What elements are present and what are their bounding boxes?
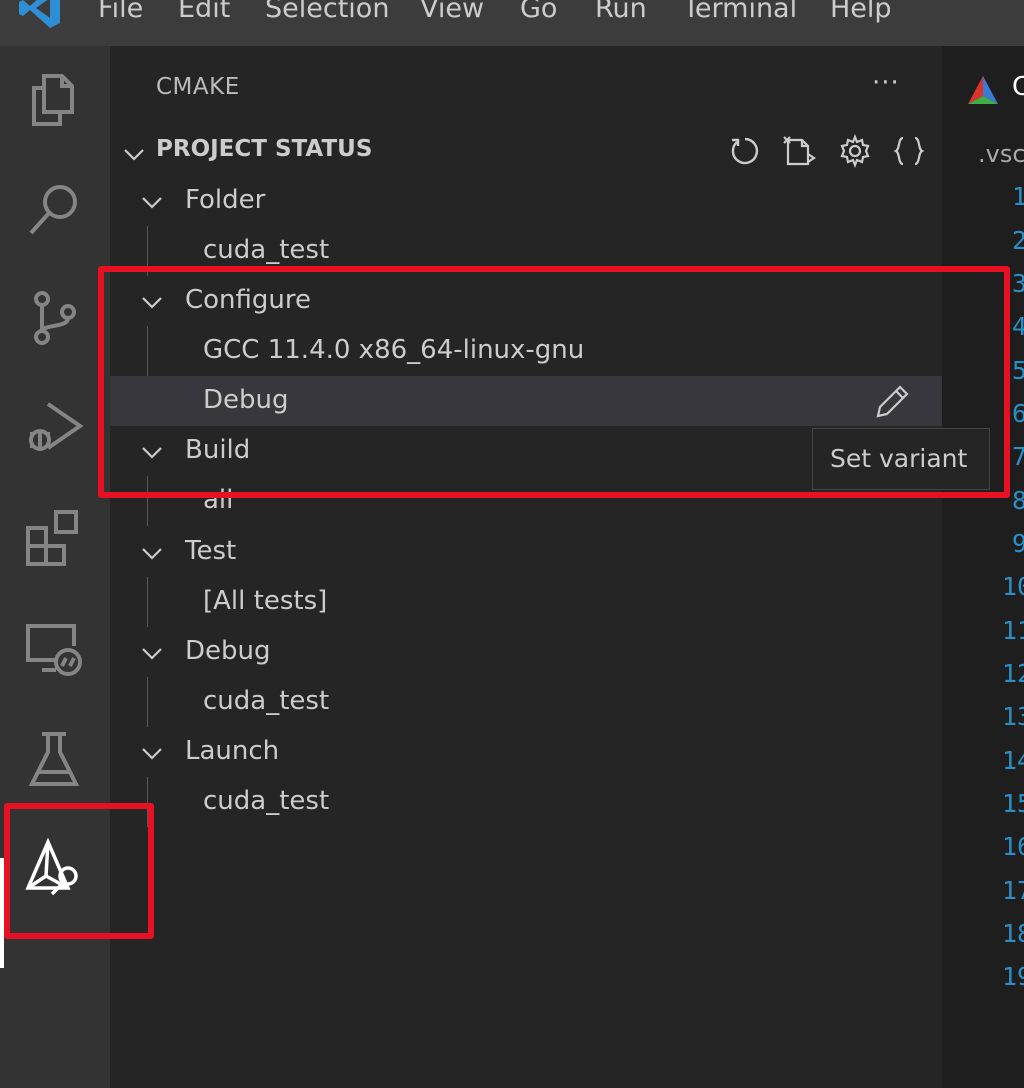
cmake-file-icon (968, 76, 998, 104)
tree-group-label: Folder (185, 185, 266, 215)
breadcrumb[interactable]: .vsc (978, 140, 1024, 168)
line-number: 1 (1012, 182, 1024, 211)
chevron-down-icon (142, 648, 162, 660)
chevron-down-icon (142, 748, 162, 760)
tree-group-debug[interactable]: Debug (110, 627, 942, 677)
line-number: 18 (1002, 919, 1024, 948)
tree-group-launch[interactable]: Launch (110, 727, 942, 777)
line-number: 15 (1002, 789, 1024, 818)
tree-group-label: Debug (185, 636, 271, 666)
menu-run[interactable]: Run (595, 0, 647, 24)
tab-label: C (1012, 72, 1024, 102)
line-number: 3 (1012, 269, 1024, 298)
extensions-icon[interactable] (22, 506, 86, 570)
editor-tab[interactable]: C (942, 46, 1024, 126)
highlight-box-configure (98, 266, 1010, 498)
chevron-down-icon (142, 197, 162, 209)
line-number: 11 (1002, 616, 1024, 645)
tree-item-tests[interactable]: [All tests] (110, 577, 942, 627)
menu-file[interactable]: File (98, 0, 143, 24)
tree-item-launch-target[interactable]: cuda_test (110, 777, 942, 827)
menu-view[interactable]: View (420, 0, 484, 24)
menu-go[interactable]: Go (520, 0, 557, 24)
chevron-down-icon[interactable] (122, 142, 146, 166)
line-number: 17 (1002, 876, 1024, 905)
tree-item-label: cuda_test (203, 686, 330, 716)
remote-explorer-icon[interactable] (22, 618, 86, 682)
line-number: 6 (1012, 399, 1024, 428)
menu-bar: File Edit Selection View Go Run Terminal… (0, 0, 1024, 46)
search-icon[interactable] (22, 178, 86, 242)
run-debug-icon[interactable] (22, 396, 86, 460)
highlight-box-cmake-icon (4, 803, 154, 939)
cmake-sidebar: CMAKE ··· PROJECT STATUS Folder cuda_tes… (110, 46, 942, 1088)
settings-gear-icon[interactable] (838, 134, 872, 168)
chevron-down-icon (142, 548, 162, 560)
tree-group-test[interactable]: Test (110, 527, 942, 577)
line-number: 7 (1012, 442, 1024, 471)
menu-help[interactable]: Help (830, 0, 892, 24)
braces-icon[interactable] (892, 134, 926, 168)
line-number: 9 (1012, 529, 1024, 558)
tree-item-label: cuda_test (203, 235, 330, 265)
tree-group-label: Launch (185, 736, 280, 766)
tree-item-label: cuda_test (203, 786, 330, 816)
tree-item-debug-target[interactable]: cuda_test (110, 677, 942, 727)
menu-selection[interactable]: Selection (265, 0, 389, 24)
tab-strip: C (942, 46, 1024, 126)
menu-terminal[interactable]: Terminal (683, 0, 797, 24)
tree-item-label: [All tests] (203, 586, 328, 616)
line-number: 13 (1002, 702, 1024, 731)
line-number: 5 (1012, 356, 1024, 385)
line-number: 19 (1002, 962, 1024, 991)
testing-icon[interactable] (22, 728, 86, 792)
editor-area: C .vsc 1 2 3 4 5 6 7 8 9 10 11 12 13 14 … (942, 46, 1024, 1088)
sidebar-title: CMAKE (156, 74, 240, 100)
tree-group-label: Test (185, 536, 237, 566)
tree-group-folder[interactable]: Folder (110, 176, 942, 226)
line-number: 16 (1002, 832, 1024, 861)
line-number: 2 (1012, 226, 1024, 255)
explorer-icon[interactable] (22, 68, 86, 132)
new-file-icon[interactable] (782, 134, 816, 168)
menu-edit[interactable]: Edit (178, 0, 230, 24)
line-number: 10 (1002, 572, 1024, 601)
line-number: 12 (1002, 659, 1024, 688)
line-number: 4 (1012, 312, 1024, 341)
line-number: 8 (1012, 486, 1024, 515)
source-control-icon[interactable] (22, 286, 86, 350)
more-actions-icon[interactable]: ··· (872, 68, 900, 98)
line-number: 14 (1002, 746, 1024, 775)
project-status-header[interactable]: PROJECT STATUS (156, 136, 372, 162)
vscode-logo-icon (19, 0, 60, 28)
refresh-icon[interactable] (728, 134, 762, 168)
